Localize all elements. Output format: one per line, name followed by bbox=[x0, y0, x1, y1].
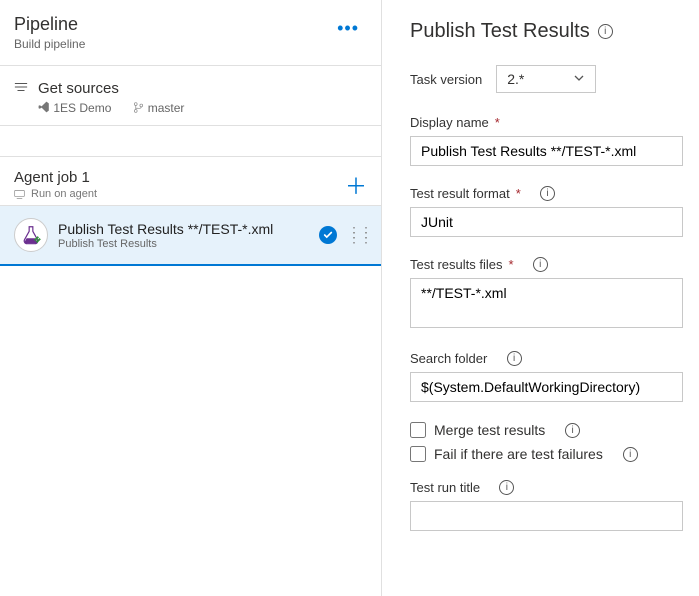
task-version-value: 2.* bbox=[507, 71, 524, 87]
merge-results-label: Merge test results bbox=[434, 422, 545, 438]
info-icon[interactable]: i bbox=[623, 447, 638, 462]
display-name-label: Display name bbox=[410, 115, 489, 130]
info-icon[interactable]: i bbox=[565, 423, 580, 438]
info-icon[interactable]: i bbox=[499, 480, 514, 495]
info-icon[interactable]: i bbox=[540, 186, 555, 201]
task-version-select[interactable]: 2.* bbox=[496, 65, 596, 93]
add-task-button[interactable]: ＋ bbox=[345, 169, 367, 201]
task-details-pane: Publish Test Results i Task version 2.* … bbox=[382, 0, 699, 596]
fail-on-failures-label: Fail if there are test failures bbox=[434, 446, 603, 462]
get-sources-section[interactable]: Get sources 1ES Demo master bbox=[0, 66, 381, 126]
agent-job-header[interactable]: Agent job 1 Run on agent ＋ bbox=[0, 156, 381, 206]
merge-results-checkbox[interactable] bbox=[410, 422, 426, 438]
display-name-input[interactable] bbox=[410, 136, 683, 166]
more-actions-button[interactable]: ••• bbox=[329, 14, 367, 43]
task-status-check-icon bbox=[319, 226, 337, 244]
repo-item: 1ES Demo bbox=[38, 101, 111, 115]
agent-job-section: Agent job 1 Run on agent ＋ bbox=[0, 156, 381, 266]
required-marker: * bbox=[516, 186, 521, 201]
pipeline-header: Pipeline Build pipeline ••• bbox=[0, 0, 381, 66]
task-name: Publish Test Results **/TEST-*.xml bbox=[58, 221, 309, 237]
pipeline-subtitle: Build pipeline bbox=[14, 37, 85, 51]
task-type: Publish Test Results bbox=[58, 238, 309, 250]
chevron-down-icon bbox=[573, 71, 585, 87]
task-row-publish-test-results[interactable]: Publish Test Results **/TEST-*.xml Publi… bbox=[0, 206, 381, 266]
vs-icon bbox=[38, 101, 50, 113]
agent-job-name: Agent job 1 bbox=[14, 169, 97, 186]
branch-item: master bbox=[133, 101, 184, 115]
info-icon[interactable]: i bbox=[533, 257, 548, 272]
pipeline-pane: Pipeline Build pipeline ••• Get sources … bbox=[0, 0, 382, 596]
get-sources-heading: Get sources bbox=[38, 80, 119, 97]
panel-title: Publish Test Results bbox=[410, 20, 590, 43]
agent-job-subtitle: Run on agent bbox=[31, 188, 97, 200]
flask-icon bbox=[20, 224, 42, 246]
search-folder-input[interactable] bbox=[410, 372, 683, 402]
results-files-label: Test results files bbox=[410, 257, 502, 272]
results-files-input[interactable]: **/TEST-*.xml bbox=[410, 278, 683, 328]
required-marker: * bbox=[495, 115, 500, 130]
result-format-label: Test result format bbox=[410, 186, 510, 201]
branch-name: master bbox=[148, 101, 185, 115]
fail-on-failures-checkbox[interactable] bbox=[410, 446, 426, 462]
info-icon[interactable]: i bbox=[598, 24, 613, 39]
run-title-input[interactable] bbox=[410, 501, 683, 531]
get-sources-icon bbox=[14, 80, 28, 97]
drag-handle-icon[interactable]: ⋮⋮⋮⋮ bbox=[347, 230, 371, 240]
task-version-label: Task version bbox=[410, 72, 482, 87]
search-folder-label: Search folder bbox=[410, 351, 487, 366]
pipeline-title: Pipeline bbox=[14, 14, 85, 35]
run-title-label: Test run title bbox=[410, 480, 480, 495]
agent-icon bbox=[14, 189, 25, 200]
repo-name: 1ES Demo bbox=[53, 101, 111, 115]
required-marker: * bbox=[508, 257, 513, 272]
result-format-input[interactable] bbox=[410, 207, 683, 237]
task-icon bbox=[14, 218, 48, 252]
branch-icon bbox=[133, 102, 144, 113]
info-icon[interactable]: i bbox=[507, 351, 522, 366]
